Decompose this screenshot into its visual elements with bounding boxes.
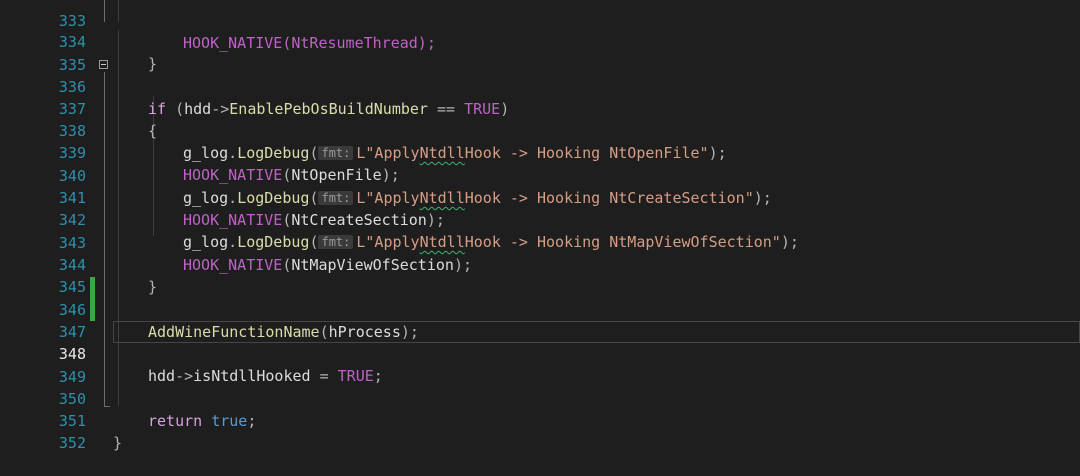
code-line: 335 bbox=[0, 32, 1080, 74]
code-line: 349 bbox=[0, 344, 1080, 386]
code-line: 337 { bbox=[0, 76, 1080, 140]
code-line: 336 if (hdd->EnablePebOsBuildNumber == T… bbox=[0, 54, 1080, 118]
code-line: 346 AddWineFunctionName(hProcess); bbox=[0, 277, 1080, 341]
code-line: 339 HOOK_NATIVE(NtOpenFile); bbox=[0, 120, 1080, 184]
code-line: 343 HOOK_NATIVE(NtMapViewOfSection); bbox=[0, 210, 1080, 274]
close-brace: } bbox=[113, 434, 123, 452]
code-line: 342 g_log.LogDebug(fmt: L"ApplyNtdllHook … bbox=[0, 187, 1080, 251]
code-line: 352 bbox=[0, 410, 1080, 452]
code-line-current[interactable]: 348 hdd->isNtdllHooked = TRUE; bbox=[0, 321, 1080, 385]
code-line: 345 bbox=[0, 254, 1080, 296]
code-line: 350 return true; bbox=[0, 366, 1080, 430]
code-editor[interactable]: 333 HOOK_NATIVE(NtResumeThread); 334 } 3… bbox=[0, 0, 1080, 452]
code-line: 334 } bbox=[0, 9, 1080, 73]
line-number: 352 bbox=[58, 434, 86, 452]
code-line: 351 } bbox=[0, 388, 1080, 452]
code-line: 344 } bbox=[0, 232, 1080, 296]
code-line: 338 g_log.LogDebug(fmt: L"ApplyNtdllHook … bbox=[0, 98, 1080, 162]
code-line: 341 HOOK_NATIVE(NtCreateSection); bbox=[0, 165, 1080, 229]
code-line: 347 bbox=[0, 299, 1080, 341]
code-line: 340 g_log.LogDebug(fmt: L"ApplyNtdllHook … bbox=[0, 143, 1080, 207]
